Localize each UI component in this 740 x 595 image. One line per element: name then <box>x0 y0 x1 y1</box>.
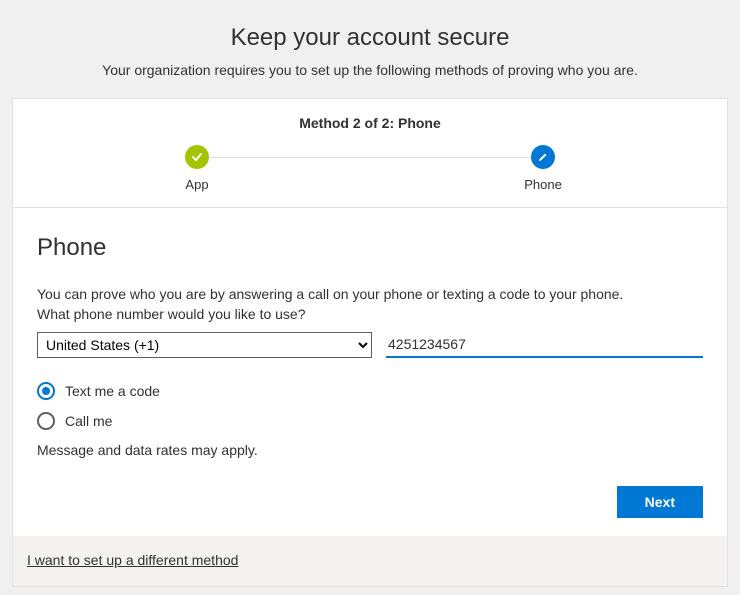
radio-icon <box>37 412 55 430</box>
checkmark-icon <box>185 145 209 169</box>
wizard-line <box>209 157 531 158</box>
phone-number-input[interactable] <box>386 332 703 358</box>
card-body: Phone You can prove who you are by answe… <box>13 208 727 536</box>
radio-call-me[interactable]: Call me <box>37 412 703 430</box>
wizard-method-label: Method 2 of 2: Phone <box>13 115 727 131</box>
page-title: Keep your account secure <box>8 24 732 52</box>
wizard-step-app-label: App <box>173 177 221 192</box>
pencil-icon <box>531 145 555 169</box>
phone-controls-row: United States (+1) <box>37 332 703 358</box>
page-subtitle: Your organization requires you to set up… <box>8 62 732 78</box>
page-container: Keep your account secure Your organizati… <box>0 0 740 595</box>
setup-card: Method 2 of 2: Phone App Phone Pho <box>12 98 728 587</box>
different-method-link[interactable]: I want to set up a different method <box>27 552 238 568</box>
wizard-step-app: App <box>173 145 221 192</box>
radio-call-label: Call me <box>65 413 112 429</box>
section-title: Phone <box>37 234 703 262</box>
radio-icon <box>37 382 55 400</box>
description-line-2: What phone number would you like to use? <box>37 306 703 322</box>
radio-text-label: Text me a code <box>65 383 160 399</box>
country-code-select[interactable]: United States (+1) <box>37 332 372 358</box>
next-button[interactable]: Next <box>617 486 703 518</box>
card-footer: I want to set up a different method <box>13 536 727 586</box>
wizard-header: Method 2 of 2: Phone App Phone <box>13 99 727 208</box>
button-row: Next <box>37 486 703 518</box>
wizard-step-phone: Phone <box>519 145 567 192</box>
wizard-step-phone-label: Phone <box>519 177 567 192</box>
radio-text-me[interactable]: Text me a code <box>37 382 703 400</box>
description-line-1: You can prove who you are by answering a… <box>37 286 703 302</box>
rates-notice: Message and data rates may apply. <box>37 442 703 458</box>
wizard-track: App Phone <box>185 145 555 193</box>
